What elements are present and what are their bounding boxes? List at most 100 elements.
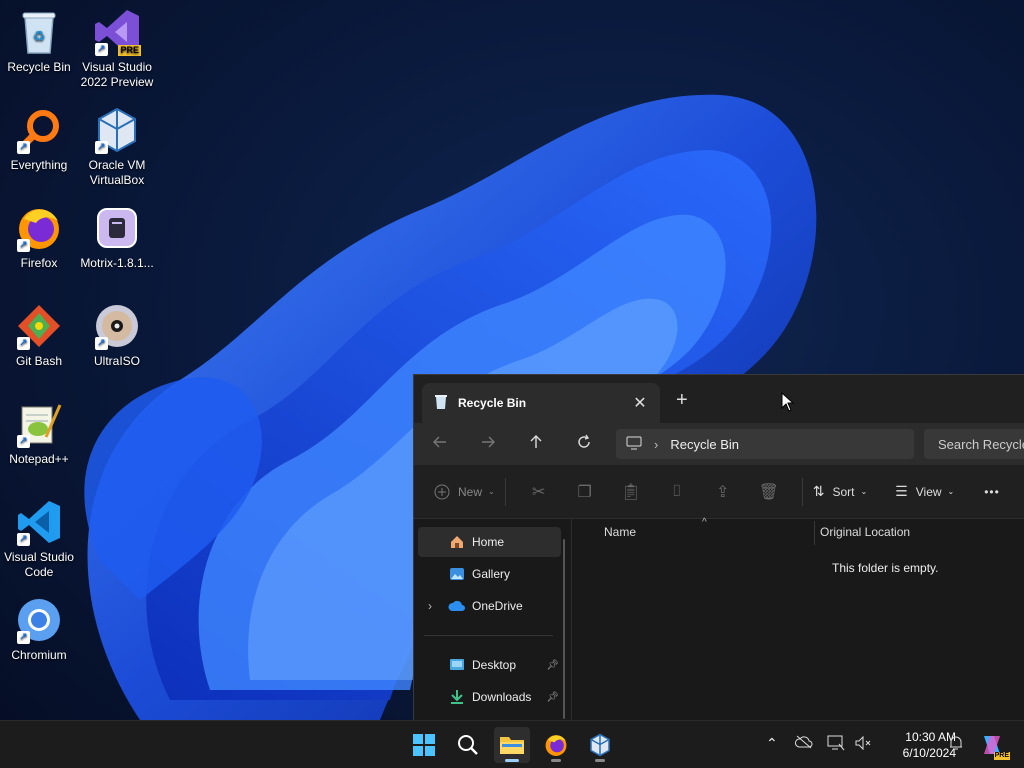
refresh-button[interactable] xyxy=(560,434,608,455)
desktop-icon-label: Firefox xyxy=(20,256,58,270)
shortcut-arrow-icon: ↗ xyxy=(17,141,30,154)
gallery-icon xyxy=(448,566,466,582)
view-label: View xyxy=(915,484,942,499)
file-explorer-window: Recycle Bin ✕ + › Recycle Bin Search Rec… xyxy=(413,374,1024,720)
sort-button[interactable]: ⇅ Sort ⌄ xyxy=(813,483,867,500)
search-button[interactable] xyxy=(450,727,486,763)
arrow-right-icon xyxy=(482,436,495,447)
tab-recycle-bin[interactable]: Recycle Bin ✕ xyxy=(422,383,660,423)
close-tab-button[interactable]: ✕ xyxy=(628,393,652,413)
clock[interactable]: 10:30 AM 6/10/2024 xyxy=(872,729,956,761)
new-tab-button[interactable]: + xyxy=(676,389,688,412)
clipboard-icon: 📋︎ xyxy=(620,483,641,501)
desktop-icon-recycle-bin[interactable]: ♻ Recycle Bin xyxy=(0,8,78,75)
nav-item-desktop[interactable]: Desktop 📌︎ xyxy=(418,650,561,680)
desktop-icon-everything[interactable]: ↗ Everything xyxy=(0,106,78,173)
start-button[interactable] xyxy=(406,727,442,763)
desktop-icon-vscode[interactable]: ↗ Visual Studio Code xyxy=(0,498,78,580)
pin-icon[interactable]: 📌︎ xyxy=(546,692,559,703)
taskbar: ⌃ 10:30 AM 6/10/2024 PRE xyxy=(0,720,1024,768)
nav-item-gallery[interactable]: Gallery xyxy=(418,559,561,589)
onedrive-cloud-icon xyxy=(448,598,466,614)
paste-button[interactable]: 📋︎ xyxy=(608,482,654,502)
desktop-icon-notepad-plus-plus[interactable]: ↗ Notepad++ xyxy=(0,400,78,467)
onedrive-offline-icon[interactable] xyxy=(795,735,813,752)
arrow-up-icon xyxy=(530,434,542,448)
shortcut-arrow-icon: ↗ xyxy=(95,337,108,350)
ultraiso-disc-icon: ↗ xyxy=(93,302,141,350)
new-button[interactable]: New ⌄ xyxy=(434,484,495,500)
share-button[interactable]: ⇪ xyxy=(700,482,746,502)
virtualbox-icon: ↗ xyxy=(93,106,141,154)
home-icon xyxy=(448,534,466,550)
copy-button[interactable]: ❐ xyxy=(562,482,608,502)
nav-divider xyxy=(424,635,553,636)
network-icon[interactable] xyxy=(827,735,845,754)
desktop-icon-label: Visual Studio 2022 Preview xyxy=(80,60,154,89)
git-bash-icon: ↗ xyxy=(15,302,63,350)
desktop-icon-label: Git Bash xyxy=(15,354,63,368)
back-button[interactable] xyxy=(416,434,464,455)
desktop-icon-chromium[interactable]: ↗ Chromium xyxy=(0,596,78,663)
cut-button[interactable]: ✂ xyxy=(516,482,562,502)
desktop-icon-visual-studio[interactable]: PRE ↗ Visual Studio 2022 Preview xyxy=(78,8,156,90)
view-list-icon: ☰ xyxy=(895,483,908,499)
notepad-plus-plus-icon: ↗ xyxy=(15,400,63,448)
view-button[interactable]: ☰ View ⌄ xyxy=(895,483,954,500)
pin-icon[interactable]: 📌︎ xyxy=(546,660,559,671)
search-input[interactable]: Search Recycle xyxy=(924,429,1024,459)
more-options-button[interactable]: ••• xyxy=(984,485,1000,499)
taskbar-app-file-explorer[interactable] xyxy=(494,727,530,763)
delete-button[interactable]: 🗑︎ xyxy=(746,482,792,502)
this-pc-icon xyxy=(626,436,642,453)
clock-date: 6/10/2024 xyxy=(902,746,956,760)
running-indicator xyxy=(595,759,605,762)
address-field[interactable]: › Recycle Bin xyxy=(616,429,914,459)
breadcrumb-chevron-icon[interactable]: › xyxy=(654,437,658,452)
preview-badge: PRE xyxy=(118,45,141,56)
column-header-original-location[interactable]: Original Location xyxy=(820,525,910,539)
chevron-down-icon: ⌄ xyxy=(488,487,495,496)
toolbar-divider xyxy=(504,477,506,506)
tab-title: Recycle Bin xyxy=(458,396,527,410)
shortcut-arrow-icon: ↗ xyxy=(17,435,30,448)
expand-chevron-icon[interactable]: › xyxy=(428,599,432,613)
chevron-down-icon: ⌄ xyxy=(947,487,955,496)
taskbar-app-virtualbox[interactable] xyxy=(582,727,618,763)
nav-label: OneDrive xyxy=(472,599,523,613)
nav-item-downloads[interactable]: Downloads 📌︎ xyxy=(418,682,561,712)
title-bar[interactable]: Recycle Bin ✕ + xyxy=(414,375,1024,423)
download-arrow-icon xyxy=(448,689,466,705)
address-bar-row: › Recycle Bin Search Recycle xyxy=(414,423,1024,465)
nav-item-onedrive[interactable]: › OneDrive xyxy=(418,591,561,621)
chevron-down-icon: ⌄ xyxy=(860,487,868,496)
copilot-button[interactable]: PRE xyxy=(974,727,1010,763)
desktop-icon-firefox[interactable]: ↗ Firefox xyxy=(0,204,78,271)
folder-icon xyxy=(500,737,524,754)
column-divider[interactable] xyxy=(814,521,815,545)
volume-muted-icon[interactable] xyxy=(854,735,872,754)
navigation-pane: Home Gallery › OneDrive Desktop 📌︎ Downl… xyxy=(414,519,572,720)
chromium-icon: ↗ xyxy=(15,596,63,644)
up-button[interactable] xyxy=(512,434,560,455)
desktop-icon-git-bash[interactable]: ↗ Git Bash xyxy=(0,302,78,369)
notification-bell-icon[interactable] xyxy=(948,735,964,754)
vscode-icon: ↗ xyxy=(15,498,63,546)
running-indicator xyxy=(551,759,561,762)
nav-item-home[interactable]: Home xyxy=(418,527,561,557)
forward-button[interactable] xyxy=(464,434,512,455)
taskbar-app-firefox[interactable] xyxy=(538,727,574,763)
desktop-icon-motrix[interactable]: Motrix-1.8.1... xyxy=(78,204,156,271)
nav-label: Home xyxy=(472,535,505,549)
search-icon xyxy=(458,735,478,755)
column-header-name[interactable]: Name xyxy=(604,525,636,539)
breadcrumb-location[interactable]: Recycle Bin xyxy=(670,437,739,452)
desktop-icon-virtualbox[interactable]: ↗ Oracle VM VirtualBox xyxy=(78,106,156,188)
file-list: Name ^ Original Location This folder is … xyxy=(572,517,1024,720)
nav-label: Gallery xyxy=(472,567,511,581)
show-hidden-icons-chevron[interactable]: ⌃ xyxy=(766,735,778,752)
running-indicator xyxy=(505,759,519,762)
desktop-icon-ultraiso[interactable]: ↗ UltraISO xyxy=(78,302,156,369)
nav-scrollbar[interactable] xyxy=(563,539,565,719)
rename-button[interactable]: ⌷ xyxy=(654,483,700,501)
